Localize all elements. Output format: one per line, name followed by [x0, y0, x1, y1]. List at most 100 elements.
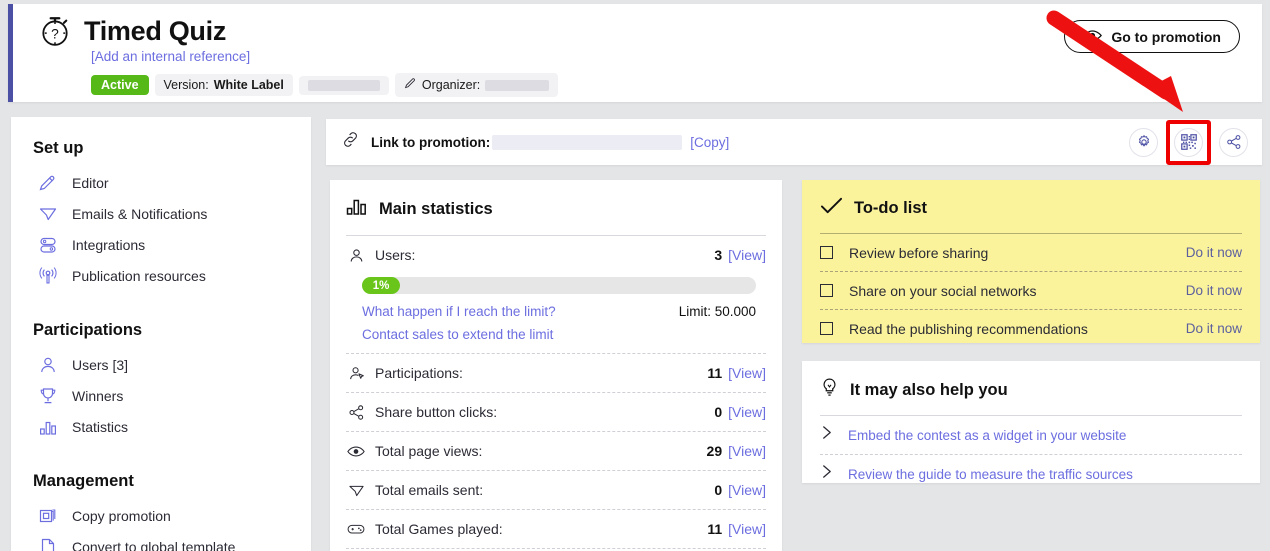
todo-item: Read the publishing recommendations Do i…: [820, 310, 1242, 347]
page-title: Timed Quiz: [84, 15, 227, 46]
stat-view-link[interactable]: [View]: [728, 521, 766, 537]
go-to-promotion-button[interactable]: Go to promotion: [1064, 20, 1240, 53]
stat-view-link[interactable]: [View]: [728, 404, 766, 420]
version-prefix: Version:: [163, 78, 209, 92]
main-statistics-header: Main statistics: [346, 192, 766, 235]
sidebar-item-label: Statistics: [72, 418, 129, 435]
sidebar-item-integrations[interactable]: Integrations: [33, 229, 311, 260]
todo-action-link[interactable]: Do it now: [1186, 283, 1242, 298]
link-to-promotion-bar: Link to promotion: [Copy]: [326, 119, 1262, 165]
chevron-right-icon: [820, 424, 833, 446]
limit-question-link[interactable]: What happen if I reach the limit?: [362, 304, 556, 319]
sidebar-item-statistics[interactable]: Statistics: [33, 411, 311, 442]
qr-code-icon[interactable]: [1174, 127, 1203, 157]
settings-icon[interactable]: [1129, 127, 1158, 157]
stat-row-users: Users: 3 [View]: [346, 236, 766, 274]
stat-view-link[interactable]: [View]: [728, 247, 766, 263]
contact-sales-row: Contact sales to extend the limit: [346, 319, 766, 353]
link-action-buttons: [1129, 119, 1248, 165]
stat-label: Total page views:: [375, 443, 483, 459]
participations-icon: [346, 365, 366, 382]
todo-action-link[interactable]: Do it now: [1186, 321, 1242, 336]
organizer-label: Organizer:: [421, 78, 481, 92]
sidebar-item-label: Copy promotion: [72, 507, 171, 524]
progress-track: 1%: [362, 277, 756, 294]
bar-chart-icon: [346, 196, 368, 223]
svg-text:?: ?: [51, 25, 59, 41]
sidebar-item-convert-global-template[interactable]: Convert to global template: [33, 531, 311, 551]
main-statistics-title: Main statistics: [379, 200, 493, 218]
stat-view-link[interactable]: [View]: [728, 443, 766, 459]
help-item[interactable]: Embed the contest as a widget in your we…: [820, 416, 1242, 454]
stat-value: 11: [707, 365, 723, 381]
internal-reference-link[interactable]: [Add an internal reference]: [91, 49, 558, 64]
sidebar-item-users[interactable]: Users [3]: [33, 349, 311, 380]
integrations-icon: [37, 234, 59, 256]
todo-header: To-do list: [820, 192, 1242, 233]
sidebar-item-label: Integrations: [72, 236, 146, 253]
stat-label: Users:: [375, 247, 416, 263]
pencil-icon: [37, 172, 59, 194]
qr-code-highlight-box: [1166, 119, 1211, 165]
todo-action-link[interactable]: Do it now: [1186, 245, 1242, 260]
stat-row-games-played: Total Games played: 11 [View]: [346, 510, 766, 548]
sidebar-item-label: Users [3]: [72, 356, 129, 373]
paper-plane-icon: [346, 482, 366, 499]
stat-row-page-views: Total page views: 29 [View]: [346, 432, 766, 470]
todo-item: Review before sharing Do it now: [820, 234, 1242, 271]
go-to-promotion-label: Go to promotion: [1111, 28, 1221, 45]
todo-checkbox[interactable]: [820, 246, 833, 259]
stat-row-participations: Participations: 11 [View]: [346, 354, 766, 392]
sidebar-item-editor[interactable]: Editor: [33, 167, 311, 198]
help-card: It may also help you Embed the contest a…: [802, 361, 1260, 483]
copy-link-button[interactable]: [Copy]: [690, 135, 729, 150]
main-statistics-card: Main statistics Users: 3 [View] 1% What …: [330, 180, 782, 551]
stat-value: 11: [707, 521, 723, 537]
stat-value: 29: [706, 443, 723, 459]
version-chip: Version: White Label: [154, 74, 293, 96]
sidebar-item-winners[interactable]: Winners: [33, 380, 311, 411]
todo-label: Read the publishing recommendations: [849, 320, 1088, 337]
share-icon: [346, 404, 366, 421]
copy-icon: [37, 505, 59, 527]
progress-fill: 1%: [362, 277, 400, 294]
help-label: Review the guide to measure the traffic …: [848, 466, 1133, 482]
redacted-account: [307, 79, 380, 91]
status-badge: Active: [91, 75, 149, 95]
users-progress: 1%: [346, 274, 766, 300]
share-icon[interactable]: [1219, 127, 1248, 157]
bar-chart-icon: [37, 416, 59, 438]
header-badges: Active Version: White Label Organizer:: [91, 73, 559, 97]
help-item[interactable]: Review the guide to measure the traffic …: [820, 455, 1242, 493]
user-icon: [37, 354, 59, 376]
todo-label: Review before sharing: [849, 244, 989, 261]
stat-label: Share button clicks:: [375, 404, 498, 420]
stat-view-link[interactable]: [View]: [728, 482, 766, 498]
help-header: It may also help you: [820, 373, 1242, 415]
todo-checkbox[interactable]: [820, 322, 833, 335]
sidebar: Set up Editor Emails & Notifications Int…: [11, 117, 311, 551]
sidebar-item-copy-promotion[interactable]: Copy promotion: [33, 500, 311, 531]
gamepad-icon: [346, 522, 366, 536]
paper-plane-icon: [37, 203, 59, 225]
limit-value: Limit: 50.000: [678, 304, 756, 319]
todo-item: Share on your social networks Do it now: [820, 272, 1242, 309]
document-icon: [37, 536, 59, 551]
stopwatch-question-icon: ?: [38, 14, 72, 48]
stat-view-link[interactable]: [View]: [728, 365, 766, 381]
page-header: ? Timed Quiz [Add an internal reference]…: [8, 4, 1262, 102]
todo-checkbox[interactable]: [820, 284, 833, 297]
contact-sales-link[interactable]: Contact sales to extend the limit: [362, 327, 553, 342]
check-icon: [820, 196, 843, 221]
promotion-url-field[interactable]: [492, 134, 683, 150]
help-label: Embed the contest as a widget in your we…: [848, 427, 1127, 443]
todo-label: Share on your social networks: [849, 282, 1037, 299]
link-icon: [340, 129, 361, 155]
sidebar-item-emails-notifications[interactable]: Emails & Notifications: [33, 198, 311, 229]
sidebar-item-publication-resources[interactable]: Publication resources: [33, 260, 311, 291]
stat-value: 0: [714, 404, 723, 420]
trophy-icon: [37, 385, 59, 407]
pencil-icon: [404, 77, 417, 93]
redacted-organizer: [485, 79, 550, 91]
stat-value: 0: [714, 482, 723, 498]
